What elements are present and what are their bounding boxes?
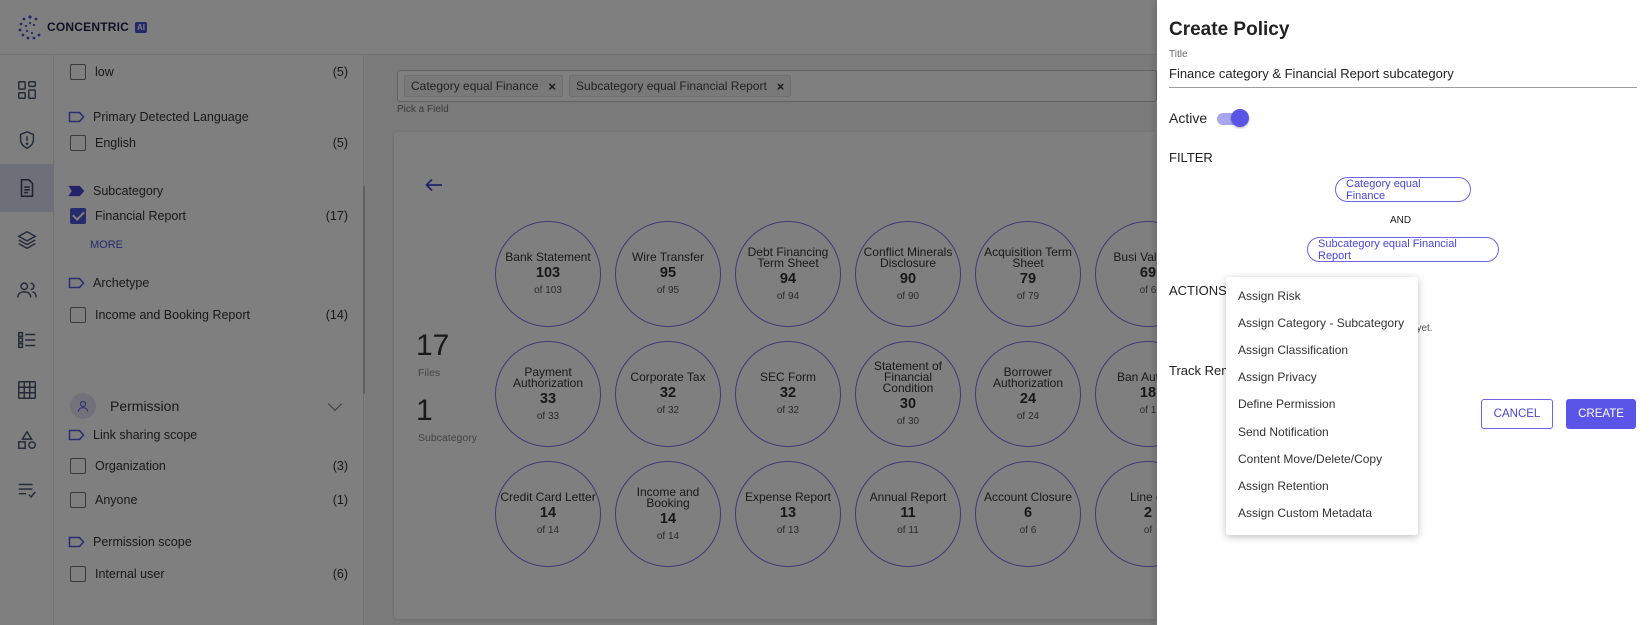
title-input[interactable]: Finance category & Financial Report subc… xyxy=(1169,66,1637,88)
menu-item-send-notification[interactable]: Send Notification xyxy=(1226,418,1418,445)
create-button[interactable]: CREATE xyxy=(1566,399,1636,429)
toggle-knob xyxy=(1231,109,1249,127)
title-field-label: Title xyxy=(1169,49,1188,60)
active-toggle[interactable] xyxy=(1217,108,1249,128)
menu-item-assign-privacy[interactable]: Assign Privacy xyxy=(1226,364,1418,391)
filter-pill-subcategory[interactable]: Subcategory equal Financial Report xyxy=(1307,237,1499,262)
track-remediation-label: Track Rem xyxy=(1169,363,1233,378)
drawer-title: Create Policy xyxy=(1169,19,1290,40)
menu-item-assign-risk[interactable]: Assign Risk xyxy=(1226,282,1418,309)
and-label: AND xyxy=(1390,215,1412,226)
menu-item-assign-custom-metadata[interactable]: Assign Custom Metadata xyxy=(1226,500,1418,527)
active-label: Active xyxy=(1169,110,1208,126)
menu-item-assign-retention[interactable]: Assign Retention xyxy=(1226,472,1418,499)
actions-menu: Assign Risk Assign Category - Subcategor… xyxy=(1226,277,1418,535)
actions-heading: ACTIONS xyxy=(1169,283,1227,298)
menu-item-assign-category[interactable]: Assign Category - Subcategory xyxy=(1226,309,1418,336)
modal-backdrop[interactable] xyxy=(0,0,1157,625)
filter-heading: FILTER xyxy=(1169,150,1213,165)
menu-item-content-move[interactable]: Content Move/Delete/Copy xyxy=(1226,445,1418,472)
cancel-button[interactable]: CANCEL xyxy=(1481,399,1553,429)
menu-item-define-permission[interactable]: Define Permission xyxy=(1226,391,1418,418)
menu-item-assign-classification[interactable]: Assign Classification xyxy=(1226,336,1418,363)
filter-pill-category[interactable]: Category equal Finance xyxy=(1335,177,1471,202)
